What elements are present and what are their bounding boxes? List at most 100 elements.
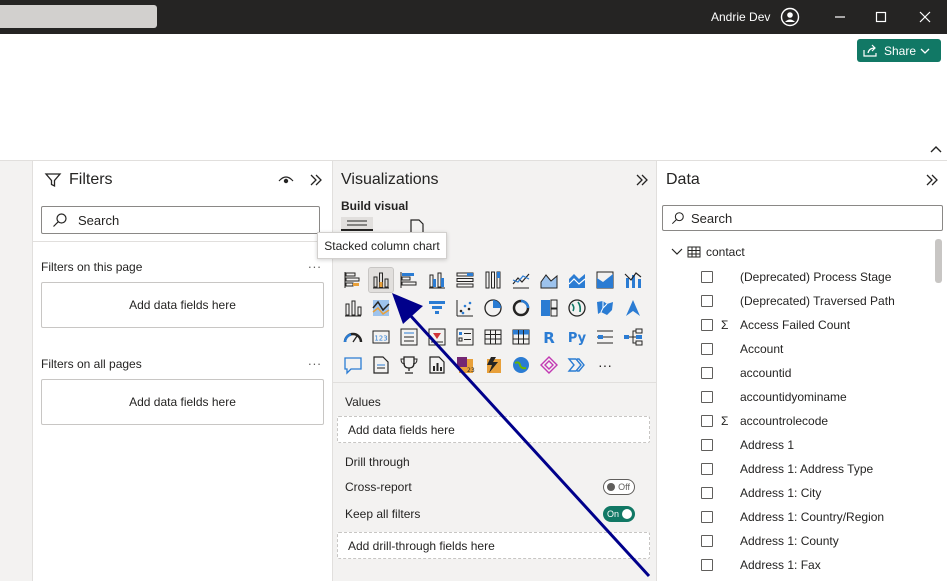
field-checkbox[interactable] (701, 415, 713, 427)
treemap-icon[interactable] (537, 296, 561, 320)
field-row[interactable]: Address 1: Address Type (701, 459, 941, 479)
user-avatar-icon[interactable] (780, 7, 800, 27)
card-icon[interactable]: 123 (369, 325, 393, 349)
line-chart-icon[interactable] (509, 268, 533, 292)
field-checkbox[interactable] (701, 559, 713, 571)
custom-visual-diamond-icon[interactable] (537, 353, 561, 377)
field-checkbox[interactable] (701, 271, 713, 283)
field-row[interactable]: Address 1: Fax (701, 555, 941, 575)
stacked-column-chart-icon[interactable] (368, 267, 394, 293)
report-canvas-edge (0, 161, 33, 581)
well-text: Add data fields here (129, 298, 236, 312)
field-checkbox[interactable] (701, 319, 713, 331)
maximize-icon[interactable] (869, 6, 893, 28)
funnel-icon[interactable] (425, 296, 449, 320)
field-checkbox[interactable] (701, 367, 713, 379)
collapse-visualizations-icon[interactable] (634, 172, 650, 191)
file-name-box[interactable] (0, 5, 157, 28)
table-node-contact[interactable]: contact (671, 245, 745, 259)
chevron-flow-icon[interactable] (565, 353, 589, 377)
field-checkbox[interactable] (701, 343, 713, 355)
field-checkbox[interactable] (701, 535, 713, 547)
filters-search-input[interactable]: Search (41, 206, 320, 234)
multi-row-card-icon[interactable] (397, 325, 421, 349)
field-checkbox[interactable] (701, 439, 713, 451)
pie-chart-icon[interactable] (481, 296, 505, 320)
waterfall-chart-icon[interactable] (369, 296, 393, 320)
paginated-report-icon[interactable] (425, 353, 449, 377)
python-visual-icon[interactable]: Py (565, 325, 589, 349)
gauge-icon[interactable] (341, 325, 365, 349)
field-row[interactable]: Σ Access Failed Count (701, 315, 941, 335)
collapse-data-icon[interactable] (924, 172, 940, 191)
collapse-filters-icon[interactable] (308, 172, 324, 191)
field-label: Access Failed Count (740, 318, 851, 332)
chevron-down-icon (920, 48, 930, 54)
clustered-bar-chart-icon[interactable] (397, 268, 421, 292)
eye-icon[interactable] (278, 173, 294, 190)
r-script-visual-icon[interactable]: R (537, 325, 561, 349)
search-icon (53, 213, 67, 227)
area-chart-icon[interactable] (537, 268, 561, 292)
user-name[interactable]: Andrie Dev (711, 10, 770, 24)
field-row[interactable]: (Deprecated) Traversed Path (701, 291, 941, 311)
donut-chart-icon[interactable] (509, 296, 533, 320)
field-row[interactable]: Address 1: Country/Region (701, 507, 941, 527)
table-icon[interactable] (481, 325, 505, 349)
scatter-chart-icon[interactable] (453, 296, 477, 320)
stacked-bar-chart-icon[interactable] (341, 268, 365, 292)
field-row[interactable]: Address 1 (701, 435, 941, 455)
field-row[interactable]: accountid (701, 363, 941, 383)
decomposition-tree-icon[interactable] (621, 325, 645, 349)
data-scrollbar[interactable] (935, 239, 942, 283)
smart-narrative-icon[interactable] (369, 353, 393, 377)
data-search-input[interactable]: Search (662, 205, 943, 231)
stacked-bar-100-icon[interactable] (453, 268, 477, 292)
goals-trophy-icon[interactable] (397, 353, 421, 377)
arcgis-map-icon[interactable] (509, 353, 533, 377)
field-checkbox[interactable] (701, 487, 713, 499)
more-visuals-icon[interactable]: ··· (593, 353, 617, 377)
more-options-icon[interactable]: ... (308, 353, 322, 368)
visualizations-title: Visualizations (341, 171, 439, 188)
qa-visual-icon[interactable] (341, 353, 365, 377)
field-row[interactable]: Address 1: County (701, 531, 941, 551)
line-clustered-column-icon[interactable] (621, 268, 645, 292)
ribbon-chart-icon[interactable] (341, 296, 365, 320)
drill-through-label: Drill through (345, 455, 410, 469)
key-influencers-icon[interactable] (593, 325, 617, 349)
field-row[interactable]: accountidyominame (701, 387, 941, 407)
build-visual-tab-icon[interactable] (341, 217, 373, 231)
filters-on-this-page-well[interactable]: Add data fields here (41, 282, 324, 328)
field-checkbox[interactable] (701, 463, 713, 475)
matrix-icon[interactable] (509, 325, 533, 349)
filters-on-all-pages-well[interactable]: Add data fields here (41, 379, 324, 425)
clustered-column-chart-icon[interactable] (425, 268, 449, 292)
field-checkbox[interactable] (701, 391, 713, 403)
stacked-area-chart-icon[interactable] (565, 268, 589, 292)
values-well[interactable]: Add data fields here (337, 416, 650, 443)
kpi-icon[interactable] (425, 325, 449, 349)
drill-through-well[interactable]: Add drill-through fields here (337, 532, 650, 559)
field-row[interactable]: (Deprecated) Process Stage (701, 267, 941, 287)
azure-map-icon[interactable] (621, 296, 645, 320)
field-checkbox[interactable] (701, 511, 713, 523)
minimize-icon[interactable] (828, 6, 852, 28)
slicer-icon[interactable] (453, 325, 477, 349)
map-icon[interactable] (565, 296, 589, 320)
power-automate-icon[interactable] (481, 353, 505, 377)
keep-all-filters-toggle[interactable]: On (603, 506, 635, 522)
collapse-ribbon-icon[interactable] (929, 143, 945, 157)
cross-report-toggle[interactable]: Off (603, 479, 635, 495)
field-row[interactable]: Account (701, 339, 941, 359)
funnel-chart-alt-icon[interactable] (397, 296, 421, 320)
line-stacked-column-icon[interactable] (593, 268, 617, 292)
power-apps-icon[interactable]: 23 (453, 353, 477, 377)
field-checkbox[interactable] (701, 295, 713, 307)
close-icon[interactable] (913, 6, 937, 28)
field-row[interactable]: Address 1: City (701, 483, 941, 503)
field-row[interactable]: Σaccountrolecode (701, 411, 941, 431)
share-button[interactable]: Share (857, 39, 941, 62)
stacked-column-100-icon[interactable] (481, 268, 505, 292)
filled-map-icon[interactable] (593, 296, 617, 320)
